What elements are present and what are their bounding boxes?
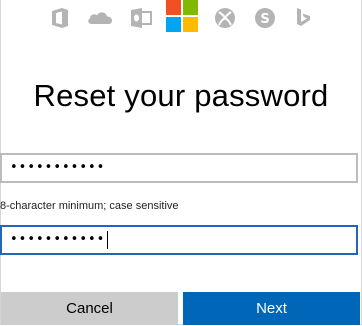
page-title: Reset your password <box>33 78 329 113</box>
outlook-icon <box>128 6 154 30</box>
cancel-button[interactable]: Cancel <box>1 292 178 325</box>
confirm-password-value: ••••••••••• <box>10 232 106 247</box>
skype-icon: S <box>252 6 278 30</box>
confirm-password-field[interactable]: ••••••••••• <box>0 225 358 255</box>
next-button-label: Next <box>256 300 287 317</box>
bing-icon <box>290 6 316 30</box>
text-caret <box>107 230 109 249</box>
cancel-button-label: Cancel <box>66 300 113 317</box>
microsoft-logo-icon <box>166 0 198 32</box>
xbox-icon <box>212 6 238 30</box>
new-password-field[interactable]: ••••••••••• <box>0 153 358 183</box>
onedrive-icon <box>86 6 114 30</box>
office-icon <box>47 6 73 30</box>
new-password-value: ••••••••••• <box>10 160 106 175</box>
password-hint: 8-character minimum; case sensitive <box>0 200 179 212</box>
product-icon-bar: S <box>0 0 362 36</box>
svg-text:S: S <box>260 12 269 27</box>
next-button[interactable]: Next <box>183 292 360 325</box>
